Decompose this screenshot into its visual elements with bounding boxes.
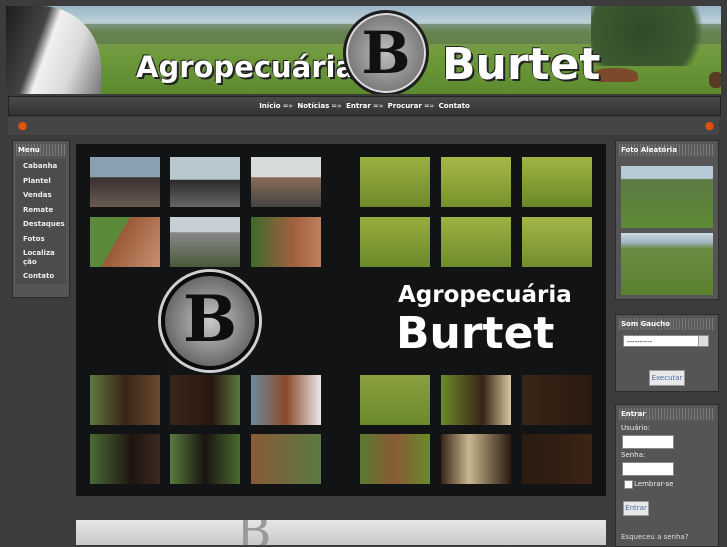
secondary-banner-watermark: B: [236, 520, 271, 545]
nav-noticias[interactable]: Notícias: [297, 102, 329, 110]
menu-item-fotos[interactable]: Fotos: [16, 232, 66, 247]
music-panel: Som Gaucho ---------- Executar: [615, 314, 719, 392]
menu-panel: Menu Cabanha Plantel Vendas Remate Desta…: [12, 140, 70, 298]
forgot-password-link[interactable]: Esqueceu a senha?: [621, 533, 688, 541]
login-button[interactable]: Entrar: [623, 501, 649, 516]
photo-people-3: [251, 157, 321, 207]
showcase-title-agropecuaria: Agropecuária: [398, 282, 572, 308]
decor-strip: [8, 117, 719, 135]
random-photo-1[interactable]: [621, 166, 713, 228]
photo-horse-bay-2: [170, 375, 240, 425]
nav-contato[interactable]: Contato: [439, 102, 470, 110]
menu-item-destaques[interactable]: Destaques: [16, 217, 66, 232]
menu-item-plantel[interactable]: Plantel: [16, 174, 66, 189]
photo-horse-mane-3: [441, 434, 511, 484]
password-label: Senha:: [621, 451, 646, 459]
photo-horse-bay-1: [90, 375, 160, 425]
chevron-down-icon[interactable]: [698, 336, 708, 346]
showcase-collage: B Agropecuária Burtet: [76, 144, 606, 496]
photo-pasture-3: [522, 157, 592, 207]
nav-separator: =»: [282, 102, 293, 110]
header-trees: [591, 6, 721, 66]
header-title-burtet: Burtet: [442, 39, 601, 90]
showcase-logo-letter: B: [182, 282, 238, 357]
photo-horse-legs-1: [90, 434, 160, 484]
photo-people-2: [170, 157, 240, 207]
photo-horse-chestnut: [251, 375, 321, 425]
photo-pasture-6: [522, 217, 592, 267]
photo-pasture-4: [360, 217, 430, 267]
photo-horse-legs-2: [170, 434, 240, 484]
header-horse-small-image: [709, 72, 721, 88]
top-navigation: Início =» Notícias =» Entrar =» Procurar =» …: [8, 96, 721, 116]
header-title-agropecuaria: Agropecuária: [136, 50, 356, 84]
login-panel: Entrar Usuário: Senha: Lembrar-se Entrar…: [615, 404, 719, 547]
header-horses-image: [594, 68, 638, 82]
header-logo-letter: B: [361, 19, 411, 87]
showcase-logo: B: [161, 272, 259, 370]
nav-separator: =»: [423, 102, 435, 110]
remember-label: Lembrar-se: [634, 480, 674, 488]
nav-inicio[interactable]: Início: [259, 102, 280, 110]
menu-item-cabanha[interactable]: Cabanha: [16, 159, 66, 174]
remember-checkbox[interactable]: [624, 480, 633, 489]
nav-separator: =»: [331, 102, 342, 110]
photo-pasture-5: [441, 217, 511, 267]
photo-horse-head-2: [360, 434, 430, 484]
secondary-banner: B: [76, 520, 606, 545]
header-banner: Agropecuária B Burtet: [6, 6, 721, 94]
menu-title: Menu: [16, 144, 66, 156]
photo-horse-legs-3: [251, 434, 321, 484]
photo-people-4: [170, 217, 240, 267]
nav-entrar[interactable]: Entrar: [346, 102, 371, 110]
music-select[interactable]: ----------: [623, 335, 709, 347]
random-photo-panel: Foto Aleatória: [615, 140, 719, 300]
showcase-title-burtet: Burtet: [396, 308, 555, 359]
photo-horse-mane-2: [522, 375, 592, 425]
username-input[interactable]: [622, 435, 674, 449]
random-photo-title: Foto Aleatória: [619, 144, 715, 156]
apple-icon: ●: [17, 119, 28, 132]
photo-horse-head: [90, 217, 160, 267]
photo-horse-mane-4: [522, 434, 592, 484]
photo-horse-mane-1: [441, 375, 511, 425]
password-input[interactable]: [622, 462, 674, 476]
photo-horse-closeup: [251, 217, 321, 267]
nav-separator: =»: [372, 102, 384, 110]
music-title: Som Gaucho: [619, 318, 715, 330]
execute-button[interactable]: Executar: [649, 370, 685, 386]
menu-list: Cabanha Plantel Vendas Remate Destaques …: [16, 159, 66, 284]
music-select-value: ----------: [627, 338, 653, 346]
menu-item-localizacao[interactable]: Localização: [16, 246, 55, 269]
photo-pasture-1: [360, 157, 430, 207]
header-logo: B: [343, 10, 429, 94]
menu-item-contato[interactable]: Contato: [16, 269, 66, 284]
nav-procurar[interactable]: Procurar: [388, 102, 422, 110]
photo-pasture-2: [441, 157, 511, 207]
menu-item-vendas[interactable]: Vendas: [16, 188, 66, 203]
random-photo-2[interactable]: [621, 233, 713, 295]
menu-item-remate[interactable]: Remate: [16, 203, 66, 218]
username-label: Usuário:: [621, 424, 650, 432]
apple-icon: ●: [704, 119, 715, 132]
photo-people-1: [90, 157, 160, 207]
header-horse-image: [6, 6, 101, 94]
photo-field-1: [360, 375, 430, 425]
login-title: Entrar: [619, 408, 715, 420]
